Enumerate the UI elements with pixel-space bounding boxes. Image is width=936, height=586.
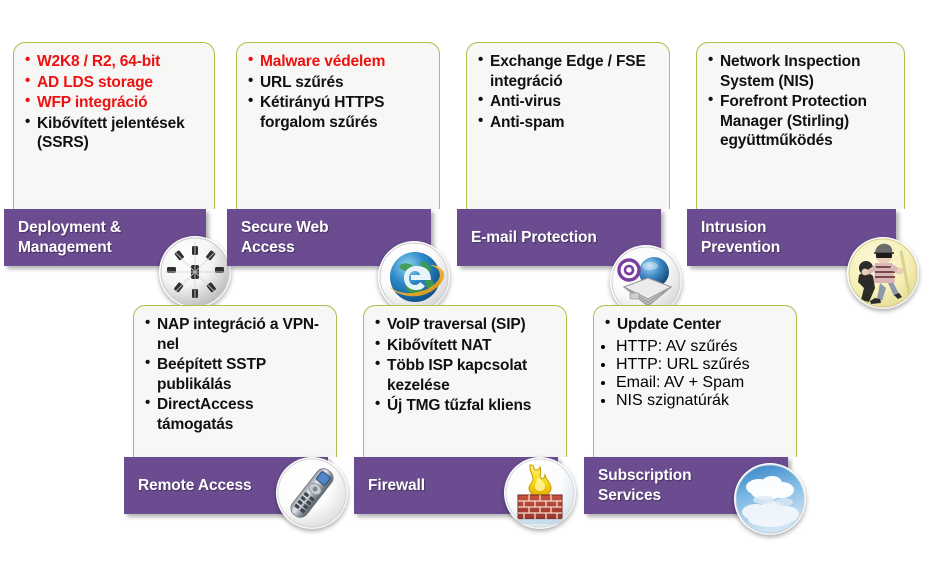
bullet-item: AD LDS storage xyxy=(24,72,206,93)
cloud-sky-icon xyxy=(734,463,806,535)
sub-bullet-item: HTTP: AV szűrés xyxy=(616,338,796,356)
card-body: VoIP traversal (SIP) Kibővített NAT Több… xyxy=(363,305,567,457)
card-title: E-mail Protection xyxy=(471,228,597,246)
card-body: Exchange Edge / FSE integráció Anti-viru… xyxy=(466,42,670,209)
card-body: Update Center HTTP: AV szűrés HTTP: URL … xyxy=(593,305,797,457)
card-body: Network Inspection System (NIS) Forefron… xyxy=(696,42,905,209)
bullet-item: Kibővített NAT xyxy=(374,335,558,356)
bullet-item: URL szűrés xyxy=(247,72,431,93)
bullet-list: W2K8 / R2, 64-bit AD LDS storage WFP int… xyxy=(14,43,214,158)
bullet-list: Update Center xyxy=(594,306,796,340)
bullet-item: Exchange Edge / FSE integráció xyxy=(477,51,661,91)
bullet-list: VoIP traversal (SIP) Kibővített NAT Több… xyxy=(364,306,566,421)
bullet-item: DirectAccess támogatás xyxy=(144,394,328,434)
card-body: W2K8 / R2, 64-bit AD LDS storage WFP int… xyxy=(13,42,215,209)
bullet-item: Forefront Protection Manager (Stirling) … xyxy=(707,91,896,151)
dial-knob-icon xyxy=(159,236,231,308)
card-intrusion-prevention[interactable]: Network Inspection System (NIS) Forefron… xyxy=(687,42,919,309)
feature-card-board: W2K8 / R2, 64-bit AD LDS storage WFP int… xyxy=(0,0,936,586)
card-remote-access[interactable]: NAP integráció a VPN-nel Beépített SSTP … xyxy=(124,305,348,529)
bullet-list: Malware védelem URL szűrés Kétirányú HTT… xyxy=(237,43,439,137)
card-body: Malware védelem URL szűrés Kétirányú HTT… xyxy=(236,42,440,209)
remote-control-icon xyxy=(276,457,348,529)
burglar-thief-icon xyxy=(847,237,919,309)
card-email-protection[interactable]: Exchange Edge / FSE integráció Anti-viru… xyxy=(457,42,682,317)
sub-bullet-item: Email: AV + Spam xyxy=(616,374,796,392)
sub-bullet-item: HTTP: URL szűrés xyxy=(616,356,796,374)
bullet-item: Anti-spam xyxy=(477,112,661,133)
bullet-item: Beépített SSTP publikálás xyxy=(144,354,328,394)
bullet-item: Anti-virus xyxy=(477,91,661,112)
bullet-item: Update Center xyxy=(604,314,788,335)
bullet-list: NAP integráció a VPN-nel Beépített SSTP … xyxy=(134,306,336,439)
firewall-brick-flame-icon xyxy=(504,457,576,529)
card-title: Firewall xyxy=(368,476,425,494)
card-firewall[interactable]: VoIP traversal (SIP) Kibővített NAT Több… xyxy=(354,305,576,529)
bullet-list: Exchange Edge / FSE integráció Anti-viru… xyxy=(467,43,669,137)
bullet-item: Több ISP kapcsolat kezelése xyxy=(374,355,558,395)
bullet-item: Network Inspection System (NIS) xyxy=(707,51,896,91)
bullet-item: VoIP traversal (SIP) xyxy=(374,314,558,335)
bullet-item: WFP integráció xyxy=(24,92,206,113)
bullet-list: Network Inspection System (NIS) Forefron… xyxy=(697,43,904,156)
sub-bullet-list: HTTP: AV szűrés HTTP: URL szűrés Email: … xyxy=(594,338,796,410)
bullet-item: W2K8 / R2, 64-bit xyxy=(24,51,206,72)
bullet-item: Kétirányú HTTPS forgalom szűrés xyxy=(247,92,431,132)
card-subscription-services[interactable]: Update Center HTTP: AV szűrés HTTP: URL … xyxy=(584,305,806,535)
bullet-item: NAP integráció a VPN-nel xyxy=(144,314,328,354)
card-body: NAP integráció a VPN-nel Beépített SSTP … xyxy=(133,305,337,457)
internet-explorer-globe-icon xyxy=(378,241,450,313)
card-deployment-management[interactable]: W2K8 / R2, 64-bit AD LDS storage WFP int… xyxy=(4,42,231,308)
card-secure-web-access[interactable]: Malware védelem URL szűrés Kétirányú HTT… xyxy=(227,42,450,313)
bullet-item: Kibővített jelentések (SSRS) xyxy=(24,113,206,153)
bullet-item: Malware védelem xyxy=(247,51,431,72)
bullet-item: Új TMG tűzfal kliens xyxy=(374,395,558,416)
sub-bullet-item: NIS szignatúrák xyxy=(616,392,796,410)
